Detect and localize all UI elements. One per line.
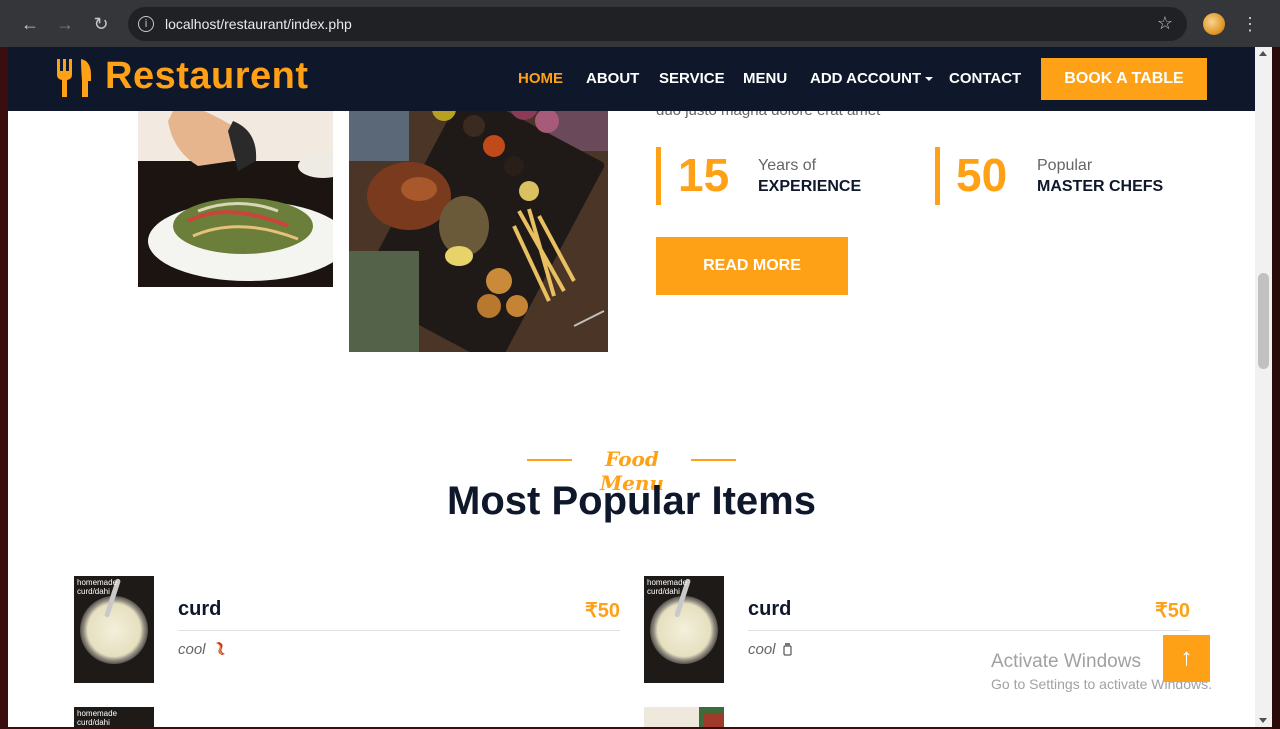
nav-menu[interactable]: MENU	[743, 70, 787, 87]
desktop-edge	[1272, 47, 1280, 729]
nav-add-account-label: ADD ACCOUNT	[810, 70, 922, 87]
curd-bowl	[80, 596, 148, 664]
section-title: Most Popular Items	[447, 479, 816, 523]
menu-item-description-text: cool	[178, 641, 206, 658]
activate-windows-title: Activate Windows	[991, 651, 1141, 672]
book-table-button[interactable]: BOOK A TABLE	[1041, 58, 1207, 100]
profile-avatar[interactable]	[1203, 13, 1225, 35]
menu-item-image-label: homemade curd/dahi	[77, 709, 118, 727]
bacon-emoji-icon	[215, 642, 225, 655]
tag-line-right	[691, 459, 736, 461]
nav-contact[interactable]: CONTACT	[949, 70, 1021, 87]
salad-photo	[138, 91, 333, 287]
bookmark-star-icon[interactable]: ☆	[1157, 13, 1173, 34]
back-arrow-icon[interactable]: ←	[18, 12, 42, 36]
read-more-button[interactable]: READ MORE	[656, 237, 848, 295]
stat-number-chefs: 50	[956, 149, 1008, 201]
stat-number-experience: 15	[678, 149, 730, 201]
tag-line-left	[527, 459, 572, 461]
site-navbar: Restaurent HOME ABOUT SERVICE MENU ADD A…	[8, 47, 1255, 111]
section-tag: Food Menu	[527, 446, 737, 495]
site-info-icon[interactable]: i	[138, 16, 154, 32]
menu-item-description: cool	[178, 641, 227, 658]
browser-toolbar: ← → ↻ i localhost/restaurant/index.php ☆…	[0, 0, 1280, 47]
brand-name[interactable]: Restaurent	[105, 55, 309, 98]
menu-item-description: cool	[748, 641, 794, 658]
forward-arrow-icon[interactable]: →	[53, 12, 77, 36]
menu-item-name: curd	[178, 598, 222, 620]
menu-item-description-text: cool	[748, 641, 776, 658]
stat-label-chefs-small: Popular	[1037, 157, 1093, 174]
menu-item-price: ₹50	[1155, 600, 1190, 622]
address-bar[interactable]: i localhost/restaurant/index.php ☆	[128, 7, 1187, 41]
page-scrollbar[interactable]	[1255, 47, 1272, 727]
scroll-down-arrow-icon[interactable]	[1259, 718, 1267, 723]
nav-service[interactable]: SERVICE	[659, 70, 725, 87]
scroll-up-arrow-icon[interactable]	[1259, 51, 1267, 56]
arrow-up-icon: ↑	[1180, 644, 1193, 671]
back-to-top-button[interactable]: ↑	[1163, 635, 1210, 682]
stat-accent-bar	[656, 147, 661, 205]
url-text[interactable]: localhost/restaurant/index.php	[165, 16, 352, 32]
dropdown-caret-icon	[925, 77, 934, 82]
scrollbar-thumb[interactable]	[1258, 273, 1269, 369]
menu-item-image-label: homemade curd/dahi	[77, 578, 118, 596]
menu-item-image: homemade curd/dahi	[74, 707, 154, 727]
reload-icon[interactable]: ↻	[89, 12, 113, 36]
menu-item-divider	[748, 630, 1190, 631]
about-image-platter	[349, 91, 608, 352]
nav-about[interactable]: ABOUT	[586, 70, 639, 87]
salt-shaker-emoji-icon	[783, 643, 792, 656]
utensils-icon	[57, 59, 91, 97]
nav-add-account[interactable]: ADD ACCOUNT	[810, 70, 934, 87]
stat-label-experience: EXPERIENCE	[758, 178, 862, 195]
stat-label-experience-small: Years of	[758, 157, 817, 174]
stat-label-chefs: MASTER CHEFS	[1037, 178, 1164, 195]
menu-item-name: curd	[748, 598, 792, 620]
menu-item-divider	[178, 630, 620, 631]
menu-item-image-label: homemade curd/dahi	[647, 578, 688, 596]
menu-item-image: homemade curd/dahi	[644, 576, 724, 683]
menu-item-price: ₹50	[585, 600, 620, 622]
dish-photo	[644, 707, 724, 727]
platter-photo	[349, 91, 608, 352]
about-image-salad	[138, 91, 333, 287]
stat-accent-bar	[935, 147, 940, 205]
menu-item-image: homemade curd/dahi	[74, 576, 154, 683]
page-viewport: Restaurent HOME ABOUT SERVICE MENU ADD A…	[8, 47, 1255, 727]
menu-item-image	[644, 707, 724, 727]
browser-menu-icon[interactable]: ⋮	[1240, 12, 1260, 36]
curd-bowl	[650, 596, 718, 664]
nav-home[interactable]: HOME	[518, 70, 563, 87]
